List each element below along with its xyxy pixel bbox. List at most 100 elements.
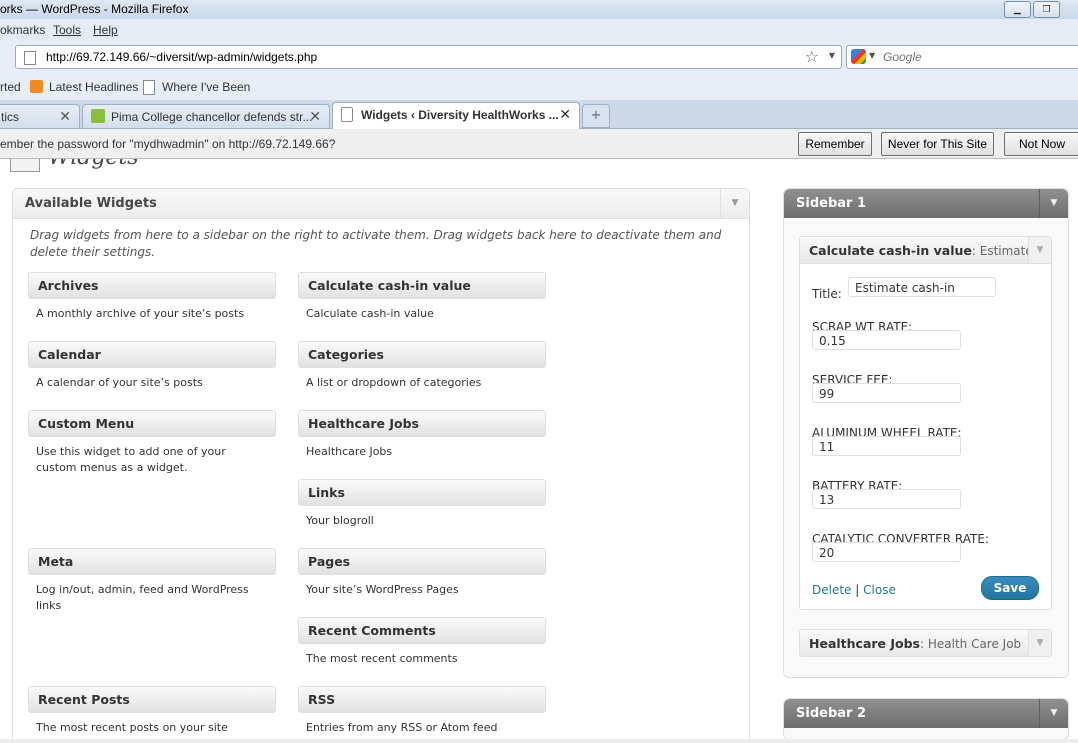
toggle-arrow-icon[interactable]: ▼ (720, 189, 749, 218)
toggle-arrow-icon[interactable]: ▼ (1028, 630, 1051, 656)
url-bar[interactable]: http://69.72.149.66/~diversit/wp-admin/w… (15, 45, 842, 69)
widget-description: Entries from any RSS or Atom feed (306, 721, 498, 734)
widget-description: Use this widget to add one of your custo… (36, 445, 226, 474)
url-dropdown-icon[interactable]: ▼ (829, 51, 835, 60)
menu-bar: okmarks Tools Help (0, 19, 1078, 41)
available-widgets-title: Available Widgets (25, 196, 157, 211)
widget-archives[interactable]: Archives A monthly archive of your site’… (28, 272, 276, 322)
widget-calendar[interactable]: Calendar A calendar of your site’s posts (28, 341, 276, 391)
close-tab-icon[interactable]: ✕ (309, 108, 321, 125)
widget-calculate-cash-in[interactable]: Calculate cash-in value Calculate cash-i… (298, 272, 546, 322)
search-placeholder[interactable]: Google (883, 50, 922, 64)
widget-title[interactable]: Pages (298, 548, 546, 575)
scrap-wt-rate-input[interactable]: 0.15 (812, 330, 961, 350)
widget-description: Healthcare Jobs (306, 445, 393, 458)
bookmark-where-ive-been[interactable]: Where I've Been (162, 80, 250, 94)
menu-help[interactable]: Help (93, 23, 118, 37)
widget-actions: Delete | Close (812, 583, 896, 597)
widget-title[interactable]: Healthcare Jobs (298, 410, 546, 437)
widget-title[interactable]: Recent Comments (298, 617, 546, 644)
available-widgets-header[interactable]: Available Widgets ▼ (13, 189, 749, 219)
widget-description: Calculate cash-in value (306, 307, 434, 320)
widget-categories[interactable]: Categories A list or dropdown of categor… (298, 341, 546, 391)
minimize-button[interactable]: ▁ (1004, 1, 1031, 18)
close-tab-icon[interactable]: ✕ (559, 106, 571, 123)
widget-custom-menu[interactable]: Custom Menu Use this widget to add one o… (28, 410, 276, 476)
calc-cash-in-widget: Calculate cash-in value: Estimate ▼ Titl… (799, 236, 1052, 610)
page-icon (341, 107, 353, 122)
widget-title[interactable]: Categories (298, 341, 546, 368)
healthcare-jobs-widget[interactable]: Healthcare Jobs: Health Care Job ▼ (799, 629, 1052, 657)
tab-1[interactable]: tics ✕ (0, 104, 80, 128)
widget-description: A monthly archive of your site’s posts (36, 307, 245, 320)
notification-message: ember the password for "mydhwadmin" on h… (0, 137, 336, 151)
close-window-button[interactable] (1062, 1, 1076, 16)
widget-description: Your blogroll (306, 514, 374, 527)
new-tab-button[interactable]: + (582, 104, 610, 128)
widget-meta[interactable]: Meta Log in/out, admin, feed and WordPre… (28, 548, 276, 614)
title-label: Title: (812, 287, 842, 301)
widget-title[interactable]: Meta (28, 548, 276, 575)
jobs-widget-name: Healthcare Jobs (809, 636, 920, 651)
bookmark-getting-started[interactable]: rted (0, 80, 21, 94)
page-icon (24, 51, 36, 65)
widget-description: The most recent posts on your site (36, 721, 228, 734)
widget-description: Your site’s WordPress Pages (306, 583, 459, 596)
widget-title[interactable]: Calendar (28, 341, 276, 368)
window-title: orks — WordPress - Mozilla Firefox (0, 2, 189, 16)
search-engine-dropdown-icon[interactable]: ▼ (869, 51, 875, 60)
widget-healthcare-jobs[interactable]: Healthcare Jobs Healthcare Jobs (298, 410, 546, 460)
sidebar-2-title: Sidebar 2 (796, 706, 867, 721)
sidebar-2-panel: Sidebar 2 ▼ (783, 698, 1069, 739)
aluminum-wheel-rate-input[interactable]: 11 (812, 436, 961, 456)
bookmark-star-icon[interactable]: ☆ (805, 47, 819, 66)
wp-content: Widgets Available Widgets ▼ Drag widgets… (0, 159, 1078, 739)
menu-bookmarks[interactable]: okmarks (0, 23, 45, 37)
not-now-button[interactable]: Not Now (1004, 132, 1078, 156)
widget-description: A list or dropdown of categories (306, 376, 482, 389)
tab-2[interactable]: Pima College chancellor defends str... ✕ (82, 104, 330, 128)
widget-rss[interactable]: RSS Entries from any RSS or Atom feed (298, 686, 546, 736)
menu-tools[interactable]: Tools (53, 23, 81, 37)
widget-links[interactable]: Links Your blogroll (298, 479, 546, 529)
widget-title[interactable]: Calculate cash-in value (298, 272, 546, 299)
calc-widget-instance-title: : Estimate (971, 244, 1033, 258)
search-bar[interactable]: ▼ Google (846, 45, 1078, 69)
widget-title[interactable]: RSS (298, 686, 546, 713)
window-titlebar: orks — WordPress - Mozilla Firefox ▁ ❐ (0, 0, 1078, 19)
remember-button[interactable]: Remember (798, 132, 872, 156)
widget-title[interactable]: Links (298, 479, 546, 506)
widget-recent-comments[interactable]: Recent Comments The most recent comments (298, 617, 546, 667)
google-icon[interactable] (851, 49, 866, 64)
status-bar (0, 739, 1078, 743)
calc-widget-header[interactable]: Calculate cash-in value: Estimate ▼ (800, 237, 1051, 264)
widget-description: A calendar of your site’s posts (36, 376, 203, 389)
sidebar-1-header[interactable]: Sidebar 1 ▼ (784, 189, 1068, 218)
title-input[interactable]: Estimate cash-in (848, 277, 996, 297)
tab-3-active[interactable]: Widgets ‹ Diversity HealthWorks ... ✕ (332, 102, 580, 129)
toggle-arrow-icon[interactable]: ▼ (1039, 699, 1068, 728)
page-title: Widgets (48, 159, 139, 170)
close-link[interactable]: Close (863, 583, 896, 597)
save-button[interactable]: Save (981, 576, 1039, 600)
bookmark-latest-headlines[interactable]: Latest Headlines (49, 80, 138, 94)
delete-link[interactable]: Delete (812, 583, 851, 597)
sidebar-2-header[interactable]: Sidebar 2 ▼ (784, 699, 1068, 728)
jobs-widget-header[interactable]: Healthcare Jobs: Health Care Job ▼ (800, 630, 1051, 656)
toggle-arrow-icon[interactable]: ▼ (1028, 237, 1051, 263)
never-for-site-button[interactable]: Never for This Site (881, 132, 994, 156)
battery-rate-input[interactable]: 13 (812, 489, 961, 509)
sidebar-1-panel: Sidebar 1 ▼ Calculate cash-in value: Est… (783, 188, 1069, 678)
close-tab-icon[interactable]: ✕ (59, 108, 71, 125)
widget-title[interactable]: Recent Posts (28, 686, 276, 713)
restore-button[interactable]: ❐ (1033, 1, 1060, 18)
service-fee-input[interactable]: 99 (812, 383, 961, 403)
catalytic-converter-rate-input[interactable]: 20 (812, 542, 961, 562)
widget-title[interactable]: Archives (28, 272, 276, 299)
url-text[interactable]: http://69.72.149.66/~diversit/wp-admin/w… (46, 50, 317, 64)
widget-pages[interactable]: Pages Your site’s WordPress Pages (298, 548, 546, 598)
toggle-arrow-icon[interactable]: ▼ (1039, 189, 1068, 218)
widget-title[interactable]: Custom Menu (28, 410, 276, 437)
bookmarks-toolbar: rted Latest Headlines Where I've Been (0, 74, 1078, 100)
widget-recent-posts[interactable]: Recent Posts The most recent posts on yo… (28, 686, 276, 736)
